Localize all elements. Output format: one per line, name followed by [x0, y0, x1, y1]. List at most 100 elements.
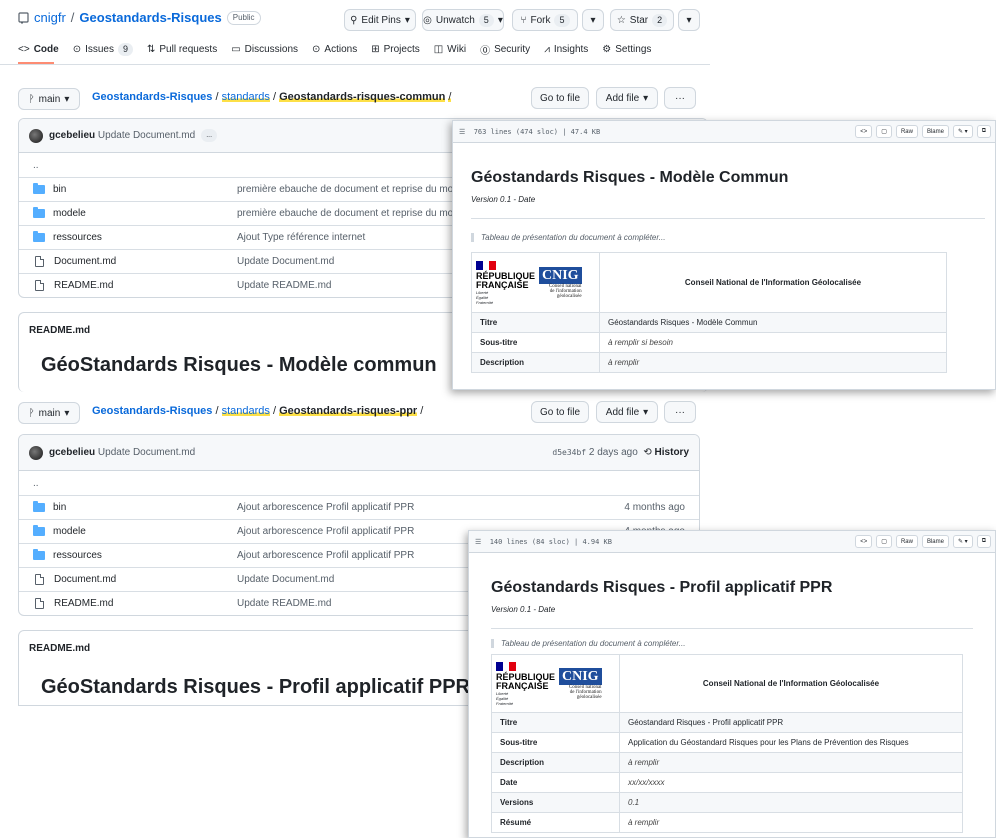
more-options-button[interactable]: ···	[664, 87, 696, 109]
tab-wiki[interactable]: ◫ Wiki	[434, 44, 466, 55]
raw-button[interactable]: Raw	[895, 535, 918, 548]
document-note: Tableau de présentation du document à co…	[471, 233, 995, 242]
breadcrumb: Geostandards-Risques / standards / Geost…	[92, 91, 452, 103]
folder-icon	[33, 183, 45, 194]
repo-nav: <> Code ⊙ Issues 9 ⇅ Pull requests ▭ Discussi…	[18, 42, 651, 57]
file-name[interactable]: modele	[53, 208, 86, 219]
blame-button[interactable]: Blame	[921, 125, 949, 138]
document-title: Géostandards Risques - Profil applicatif…	[491, 579, 833, 596]
flag-icon	[476, 260, 497, 270]
folder-icon	[33, 207, 45, 218]
file-name[interactable]: Document.md	[54, 256, 116, 267]
tab-discussions[interactable]: ▭ Discussions	[231, 44, 298, 55]
commit-hash[interactable]: d5e34bf	[552, 448, 586, 457]
presentation-table: RÉPUBLIQUE FRANÇAISE Liberté Égalité Fra…	[471, 252, 947, 373]
document-title: Géostandards Risques - Modèle Commun	[471, 169, 789, 186]
file-line-count: 763 lines (474 sloc)	[473, 127, 559, 136]
add-file-button[interactable]: Add file ▾	[596, 401, 658, 423]
fork-button[interactable]: ⑂ Fork 5	[512, 9, 578, 31]
commit-message[interactable]: Update Document.md	[98, 447, 195, 458]
tab-settings[interactable]: ⚙ Settings	[602, 44, 651, 55]
repo-name-link[interactable]: Geostandards-Risques	[79, 10, 221, 25]
commit-author[interactable]: gcebelieu	[49, 447, 95, 458]
parent-dir-row[interactable]: ..	[19, 471, 699, 495]
code-view-button[interactable]: <>	[855, 535, 873, 548]
tab-actions[interactable]: ⊙ Actions	[312, 44, 357, 55]
issue-icon: ⊙	[72, 44, 82, 55]
file-name[interactable]: README.md	[54, 280, 113, 291]
document-version: Version 0.1 - Date	[471, 195, 536, 204]
edit-pins-button[interactable]: ⚲ Edit Pins ▾	[344, 9, 416, 31]
copy-icon[interactable]: ⧉	[976, 125, 991, 138]
preview-button[interactable]: ▢	[876, 125, 892, 138]
commit-time: 2 days ago	[588, 447, 638, 458]
breadcrumb-root[interactable]: Geostandards-Risques	[92, 91, 212, 103]
raw-button[interactable]: Raw	[895, 125, 918, 138]
add-file-button[interactable]: Add file ▾	[596, 87, 658, 109]
chevron-down-icon: ▾	[64, 93, 70, 105]
commit-author[interactable]: gcebelieu	[49, 130, 95, 141]
chevron-down-icon: ▾	[686, 14, 692, 26]
commit-bar: gcebelieu Update Document.md d5e34bf 2 d…	[19, 435, 699, 471]
go-to-file-button[interactable]: Go to file	[531, 87, 589, 109]
blame-button[interactable]: Blame	[921, 535, 949, 548]
chevron-down-icon: ▾	[643, 92, 649, 104]
list-icon: ☰	[459, 127, 466, 136]
tab-projects[interactable]: ⊞ Projects	[371, 44, 420, 55]
preview-button[interactable]: ▢	[876, 535, 892, 548]
fork-dropdown-button[interactable]: ▾	[582, 9, 604, 31]
breadcrumb-root[interactable]: Geostandards-Risques	[92, 405, 212, 417]
file-commit-message[interactable]: Ajout arborescence Profil applicatif PPR	[237, 502, 624, 513]
branch-select[interactable]: ᚹ main ▾	[18, 88, 80, 110]
file-name[interactable]: ressources	[53, 550, 102, 561]
history-link[interactable]: History	[655, 447, 689, 458]
more-options-button[interactable]: ···	[664, 401, 696, 423]
organization-name: Conseil National de l'Information Géoloc…	[599, 252, 947, 313]
go-to-file-button[interactable]: Go to file	[531, 401, 589, 423]
graph-icon: ⩘	[544, 44, 550, 55]
document-note: Tableau de présentation du document à co…	[491, 639, 995, 648]
nav-divider	[0, 64, 710, 65]
tab-pull-requests[interactable]: ⇅ Pull requests	[147, 44, 217, 55]
commit-expand-button[interactable]: ...	[201, 129, 218, 142]
book-icon: ◫	[433, 44, 444, 55]
star-button[interactable]: ☆ Star 2	[610, 9, 674, 31]
repo-owner-link[interactable]: cnigfr	[34, 10, 66, 25]
file-name[interactable]: bin	[53, 184, 66, 195]
file-line-count: 140 lines (84 sloc)	[489, 537, 570, 546]
code-view-button[interactable]: <>	[855, 125, 873, 138]
chevron-down-icon: ▾	[64, 407, 70, 419]
file-toolbar: ☰ 140 lines (84 sloc) | 4.94 KB <> ▢ Raw…	[469, 531, 995, 553]
file-name[interactable]: bin	[53, 502, 66, 513]
tab-issues[interactable]: ⊙ Issues 9	[73, 43, 133, 56]
edit-icon[interactable]: ✎ ▾	[952, 535, 973, 548]
tab-insights[interactable]: ⩘ Insights	[544, 44, 588, 55]
tab-code[interactable]: <> Code	[18, 44, 59, 55]
table-row[interactable]: bin Ajout arborescence Profil applicatif …	[19, 495, 699, 519]
breadcrumb-standards[interactable]: standards	[221, 405, 270, 417]
star-icon: ☆	[616, 14, 626, 26]
edit-icon[interactable]: ✎ ▾	[952, 125, 973, 138]
tab-security[interactable]: ⓪ Security	[480, 42, 530, 57]
chevron-down-icon: ▾	[643, 406, 649, 418]
file-name[interactable]: modele	[53, 526, 86, 537]
organization-name: Conseil National de l'Information Géoloc…	[619, 654, 963, 713]
branch-select[interactable]: ᚹ main ▾	[18, 402, 80, 424]
folder-icon	[33, 501, 45, 512]
breadcrumb-standards[interactable]: standards	[221, 91, 270, 103]
shield-icon: ⓪	[480, 46, 491, 57]
file-icon	[35, 256, 44, 267]
unwatch-button[interactable]: ◎ Unwatch 5 ▾	[422, 9, 504, 31]
document-preview-ppr: ☰ 140 lines (84 sloc) | 4.94 KB <> ▢ Raw…	[468, 530, 996, 838]
commit-message[interactable]: Update Document.md	[98, 130, 195, 141]
history-icon: ⟲	[643, 447, 652, 458]
copy-icon[interactable]: ⧉	[976, 535, 991, 548]
file-name[interactable]: Document.md	[54, 574, 116, 585]
cnig-logo: RÉPUBLIQUE FRANÇAISE Liberté Égalité Fra…	[496, 661, 615, 706]
fork-icon: ⑂	[520, 14, 527, 26]
breadcrumb-leaf: Geostandards-risques-ppr	[279, 405, 418, 417]
file-name[interactable]: README.md	[54, 598, 113, 609]
pull-request-icon: ⇅	[147, 44, 156, 55]
file-name[interactable]: ressources	[53, 232, 102, 243]
star-dropdown-button[interactable]: ▾	[678, 9, 700, 31]
